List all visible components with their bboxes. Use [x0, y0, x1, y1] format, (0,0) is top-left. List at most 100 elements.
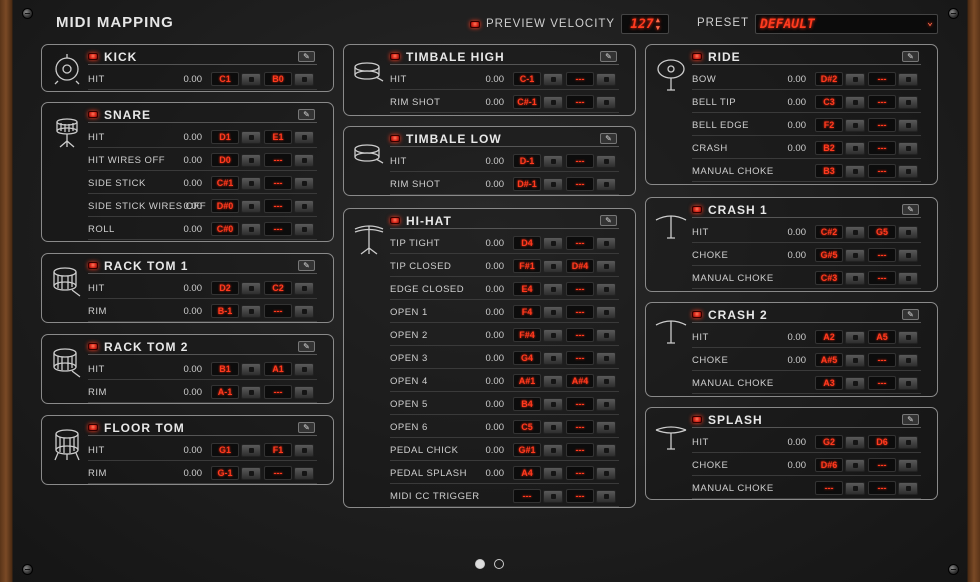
- note-primary-field[interactable]: C#0: [211, 222, 239, 236]
- learn-toggle-primary[interactable]: [845, 459, 865, 472]
- learn-toggle-secondary[interactable]: [898, 354, 918, 367]
- panel-led-toggle[interactable]: [88, 424, 98, 431]
- panel-led-toggle[interactable]: [692, 416, 702, 423]
- note-secondary-field[interactable]: ---: [566, 351, 594, 365]
- note-primary-field[interactable]: C-1: [513, 72, 541, 86]
- learn-toggle-secondary[interactable]: [596, 490, 616, 503]
- preview-velocity-led-toggle[interactable]: [470, 20, 480, 28]
- learn-toggle-secondary[interactable]: [294, 444, 314, 457]
- note-primary-field[interactable]: D-1: [513, 154, 541, 168]
- note-secondary-field[interactable]: A5: [868, 330, 896, 344]
- note-primary-field[interactable]: D#0: [211, 199, 239, 213]
- learn-toggle-primary[interactable]: [543, 237, 563, 250]
- edit-icon[interactable]: ✎: [298, 109, 315, 120]
- learn-toggle-primary[interactable]: [543, 260, 563, 273]
- articulation-value[interactable]: 0.00: [172, 201, 203, 212]
- learn-toggle-primary[interactable]: [543, 467, 563, 480]
- learn-toggle-primary[interactable]: [845, 142, 865, 155]
- learn-toggle-primary[interactable]: [543, 375, 563, 388]
- learn-toggle-primary[interactable]: [845, 436, 865, 449]
- note-secondary-field[interactable]: A1: [264, 362, 292, 376]
- articulation-value[interactable]: 0.00: [172, 387, 203, 398]
- learn-toggle-primary[interactable]: [845, 96, 865, 109]
- note-secondary-field[interactable]: ---: [868, 95, 896, 109]
- learn-toggle-secondary[interactable]: [898, 119, 918, 132]
- articulation-value[interactable]: 0.00: [474, 238, 505, 249]
- velocity-value-spinner[interactable]: 127 ▲ ▼: [621, 14, 670, 34]
- learn-toggle-primary[interactable]: [845, 249, 865, 262]
- edit-icon[interactable]: ✎: [298, 341, 315, 352]
- learn-toggle-secondary[interactable]: [596, 421, 616, 434]
- note-primary-field[interactable]: C#3: [815, 271, 843, 285]
- learn-toggle-primary[interactable]: [543, 306, 563, 319]
- note-secondary-field[interactable]: ---: [868, 141, 896, 155]
- articulation-value[interactable]: 0.00: [776, 74, 807, 85]
- panel-led-toggle[interactable]: [88, 343, 98, 350]
- note-primary-field[interactable]: B2: [815, 141, 843, 155]
- note-secondary-field[interactable]: ---: [264, 466, 292, 480]
- learn-toggle-secondary[interactable]: [294, 154, 314, 167]
- articulation-value[interactable]: 0.00: [474, 261, 505, 272]
- note-secondary-field[interactable]: ---: [566, 466, 594, 480]
- edit-icon[interactable]: ✎: [600, 215, 617, 226]
- articulation-value[interactable]: 0.00: [776, 355, 807, 366]
- edit-icon[interactable]: ✎: [902, 309, 919, 320]
- note-primary-field[interactable]: ---: [815, 481, 843, 495]
- articulation-value[interactable]: 0.00: [172, 74, 203, 85]
- note-secondary-field[interactable]: ---: [868, 458, 896, 472]
- note-primary-field[interactable]: F#4: [513, 328, 541, 342]
- learn-toggle-secondary[interactable]: [596, 96, 616, 109]
- panel-led-toggle[interactable]: [692, 53, 702, 60]
- learn-toggle-primary[interactable]: [845, 73, 865, 86]
- note-primary-field[interactable]: D2: [211, 281, 239, 295]
- note-primary-field[interactable]: D0: [211, 153, 239, 167]
- articulation-value[interactable]: 0.00: [474, 468, 505, 479]
- note-primary-field[interactable]: A#1: [513, 374, 541, 388]
- learn-toggle-primary[interactable]: [845, 119, 865, 132]
- panel-led-toggle[interactable]: [88, 53, 98, 60]
- note-secondary-field[interactable]: G5: [868, 225, 896, 239]
- articulation-value[interactable]: 0.00: [776, 143, 807, 154]
- learn-toggle-secondary[interactable]: [898, 142, 918, 155]
- note-secondary-field[interactable]: ---: [566, 443, 594, 457]
- learn-toggle-primary[interactable]: [543, 73, 563, 86]
- note-secondary-field[interactable]: ---: [566, 282, 594, 296]
- learn-toggle-primary[interactable]: [845, 226, 865, 239]
- articulation-value[interactable]: 0.00: [474, 156, 505, 167]
- learn-toggle-primary[interactable]: [241, 131, 261, 144]
- learn-toggle-primary[interactable]: [543, 155, 563, 168]
- note-secondary-field[interactable]: E1: [264, 130, 292, 144]
- note-primary-field[interactable]: C#2: [815, 225, 843, 239]
- articulation-value[interactable]: 0.00: [776, 227, 807, 238]
- articulation-value[interactable]: 0.00: [474, 74, 505, 85]
- learn-toggle-primary[interactable]: [543, 329, 563, 342]
- learn-toggle-secondary[interactable]: [898, 331, 918, 344]
- articulation-value[interactable]: 0.00: [172, 178, 203, 189]
- panel-led-toggle[interactable]: [692, 311, 702, 318]
- learn-toggle-primary[interactable]: [845, 331, 865, 344]
- learn-toggle-secondary[interactable]: [898, 377, 918, 390]
- note-primary-field[interactable]: F#1: [513, 259, 541, 273]
- learn-toggle-primary[interactable]: [543, 352, 563, 365]
- note-primary-field[interactable]: G#1: [513, 443, 541, 457]
- learn-toggle-secondary[interactable]: [596, 306, 616, 319]
- learn-toggle-secondary[interactable]: [294, 200, 314, 213]
- articulation-value[interactable]: 0.00: [172, 132, 203, 143]
- learn-toggle-secondary[interactable]: [294, 305, 314, 318]
- note-primary-field[interactable]: G4: [513, 351, 541, 365]
- articulation-value[interactable]: 0.00: [776, 97, 807, 108]
- chevron-down-icon[interactable]: ⌄: [927, 17, 933, 28]
- learn-toggle-secondary[interactable]: [898, 482, 918, 495]
- learn-toggle-secondary[interactable]: [898, 165, 918, 178]
- learn-toggle-primary[interactable]: [543, 421, 563, 434]
- note-secondary-field[interactable]: ---: [566, 95, 594, 109]
- note-primary-field[interactable]: G-1: [211, 466, 239, 480]
- panel-led-toggle[interactable]: [390, 135, 400, 142]
- edit-icon[interactable]: ✎: [902, 51, 919, 62]
- note-secondary-field[interactable]: ---: [566, 177, 594, 191]
- note-secondary-field[interactable]: ---: [566, 236, 594, 250]
- note-primary-field[interactable]: G#5: [815, 248, 843, 262]
- learn-toggle-primary[interactable]: [241, 177, 261, 190]
- note-secondary-field[interactable]: ---: [868, 481, 896, 495]
- note-secondary-field[interactable]: ---: [566, 305, 594, 319]
